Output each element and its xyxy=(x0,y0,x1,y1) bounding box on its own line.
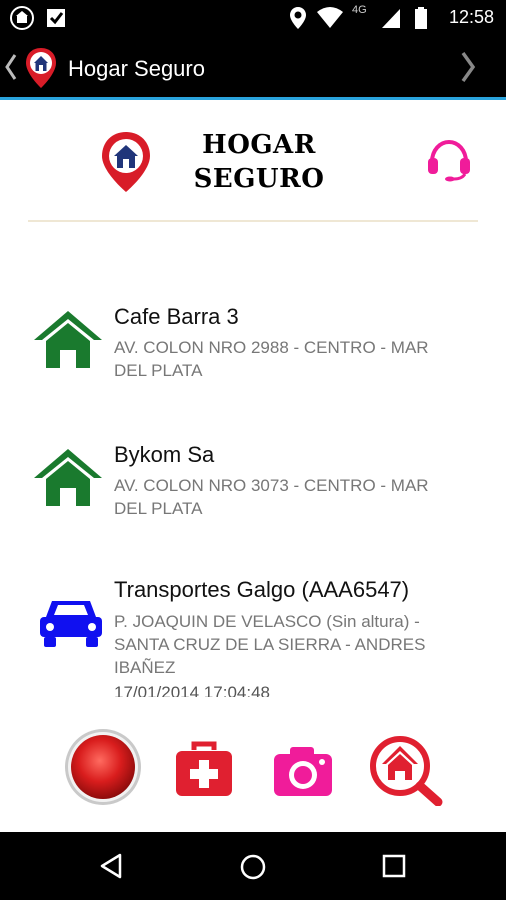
signal-icon xyxy=(382,9,400,28)
list-item[interactable]: Bykom Sa AV. COLON NRO 3073 - CENTRO - M… xyxy=(0,440,506,530)
house-icon xyxy=(34,311,102,368)
item-address: AV. COLON NRO 2988 - CENTRO - MAR DEL PL… xyxy=(114,338,429,380)
header-title: HOGAR SEGURO xyxy=(186,128,332,196)
item-address: AV. COLON NRO 3073 - CENTRO - MAR DEL PL… xyxy=(114,476,429,518)
item-name: Cafe Barra 3 xyxy=(114,304,239,329)
medical-kit-icon[interactable] xyxy=(174,738,234,798)
battery-icon xyxy=(415,7,427,29)
home-search-icon[interactable] xyxy=(368,734,444,806)
header-title-line1: HOGAR xyxy=(202,130,316,160)
item-name: Transportes Galgo (AAA6547) xyxy=(114,577,410,602)
camera-icon[interactable] xyxy=(272,744,334,798)
forward-chevron-icon[interactable] xyxy=(460,50,476,84)
hogar-seguro-logo-icon xyxy=(102,132,150,192)
nav-recents-icon[interactable] xyxy=(380,852,408,880)
bottom-actions xyxy=(0,720,506,830)
location-icon xyxy=(290,7,306,29)
back-chevron-icon[interactable] xyxy=(4,52,18,82)
wifi-icon xyxy=(317,7,343,28)
item-name: Bykom Sa xyxy=(114,442,215,467)
header-divider xyxy=(28,220,478,222)
system-nav-bar xyxy=(0,832,506,900)
house-icon xyxy=(34,449,102,506)
header-title-line2: SEGURO xyxy=(193,164,325,194)
app-notification-icon xyxy=(10,6,34,30)
clock: 12:58 xyxy=(448,7,494,27)
nav-back-icon[interactable] xyxy=(98,852,126,880)
car-icon xyxy=(40,601,102,647)
app-logo-icon xyxy=(26,48,56,88)
main-content: HOGAR SEGURO Cafe Barra 3 AV. COLON NRO … xyxy=(0,100,506,832)
item-address: P. JOAQUIN DE VELASCO (Sin altura) - SAN… xyxy=(114,612,426,677)
nav-home-icon[interactable] xyxy=(238,852,268,882)
panic-button[interactable] xyxy=(64,728,142,806)
check-notification-icon xyxy=(47,9,65,27)
status-bar: 4G 12:58 xyxy=(0,0,506,36)
list-item[interactable]: Transportes Galgo (AAA6547) P. JOAQUIN D… xyxy=(0,575,506,697)
headset-support-icon[interactable] xyxy=(424,138,474,182)
network-type: 4G xyxy=(352,4,367,16)
list-item[interactable]: Cafe Barra 3 AV. COLON NRO 2988 - CENTRO… xyxy=(0,300,506,390)
app-title: Hogar Seguro xyxy=(68,56,205,81)
item-timestamp: 17/01/2014 17:04:48 xyxy=(114,683,270,697)
action-bar: Hogar Seguro xyxy=(0,36,506,98)
